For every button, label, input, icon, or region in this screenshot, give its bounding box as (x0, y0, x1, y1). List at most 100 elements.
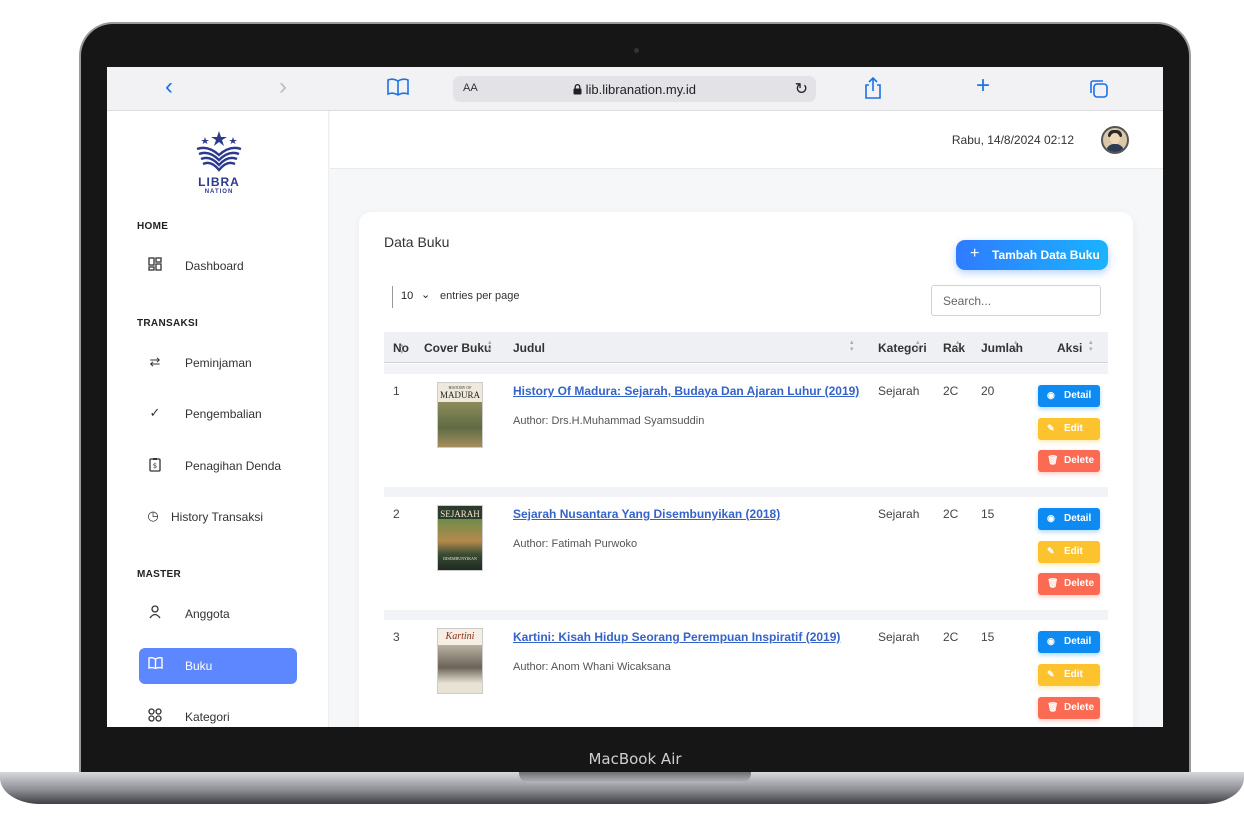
sort-icon: ▴ ▾ (956, 339, 960, 353)
plus-icon[interactable]: + (976, 74, 990, 98)
share-icon[interactable] (864, 76, 882, 105)
book-title-link[interactable]: History Of Madura: Sejarah, Budaya Dan A… (513, 384, 859, 398)
sidebar-item-label: History Transaksi (171, 510, 264, 524)
book-cover[interactable]: HISTORY OF MADURA (437, 382, 483, 448)
delete-button[interactable]: 🗑 Delete (1038, 573, 1100, 595)
book-cover[interactable]: Kartini (437, 628, 483, 694)
cell-kategori: Sejarah (878, 630, 920, 644)
top-header: Rabu, 14/8/2024 02:12 (330, 111, 1163, 169)
logo-emblem-icon (196, 131, 242, 172)
search-input[interactable] (931, 285, 1101, 316)
datetime-display: Rabu, 14/8/2024 02:12 (951, 133, 1074, 147)
trash-icon: 🗑 (1047, 702, 1059, 712)
sidebar-item-label: Penagihan Denda (185, 459, 282, 473)
sidebar-item-dashboard[interactable]: Dashboard (139, 248, 297, 284)
sidebar-item-history-transaksi[interactable]: ◷ History Transaksi (137, 499, 295, 535)
sidebar: LIBRA NATION HOME Dashboard TRANSAKSI ⇄ … (107, 111, 329, 727)
sort-icon: ▴ ▾ (400, 342, 404, 356)
cell-kategori: Sejarah (878, 507, 920, 521)
detail-label: Detail (1064, 390, 1092, 401)
browser-toolbar: ‹ › AA lib.libranation.my.id ↻ + (107, 67, 1163, 111)
cell-no: 1 (393, 384, 400, 398)
reload-icon[interactable]: ↻ (795, 79, 808, 99)
sidebar-item-pengembalian[interactable]: ✓ Pengembalian (139, 396, 297, 432)
edit-button[interactable]: ✎ Edit (1038, 418, 1100, 440)
col-aksi[interactable]: Aksi (1057, 341, 1082, 355)
svg-text:$: $ (153, 462, 157, 470)
detail-button[interactable]: ◉ Detail (1038, 508, 1100, 530)
edit-button[interactable]: ✎ Edit (1038, 664, 1100, 686)
eye-icon: ◉ (1047, 513, 1055, 523)
address-bar[interactable]: AA lib.libranation.my.id ↻ (453, 76, 816, 102)
book-cover[interactable]: SEJARAH DISEMBUNYIKAN (437, 505, 483, 571)
eye-icon: ◉ (1047, 390, 1055, 400)
sort-icon: ▴ ▾ (916, 339, 920, 353)
book-author: Author: Fatimah Purwoko (513, 538, 638, 550)
sidebar-item-label: Pengembalian (185, 407, 262, 421)
detail-label: Detail (1064, 636, 1092, 647)
sidebar-item-penagihan-denda[interactable]: $ Penagihan Denda (139, 448, 297, 484)
edit-label: Edit (1064, 423, 1083, 434)
avatar[interactable] (1101, 126, 1129, 154)
trash-icon: 🗑 (1047, 455, 1059, 465)
user-icon (147, 605, 163, 621)
pencil-icon: ✎ (1047, 423, 1055, 433)
tabs-icon[interactable] (1089, 79, 1109, 105)
avatar-body (1106, 144, 1124, 152)
delete-label: Delete (1064, 702, 1095, 713)
url-label: lib.libranation.my.id (585, 82, 696, 97)
entries-label: entries per page (440, 290, 520, 302)
delete-button[interactable]: 🗑 Delete (1038, 450, 1100, 472)
table-row: 3 Kartini Kartini: Kisah Hidup Seorang P… (384, 620, 1108, 727)
sort-icon: ▴ ▾ (1089, 339, 1093, 353)
avatar-face (1110, 133, 1120, 144)
book-title-link[interactable]: Kartini: Kisah Hidup Seorang Perempuan I… (513, 630, 840, 644)
book-icon (147, 656, 163, 673)
entries-value: 10 (401, 290, 414, 302)
forward-icon[interactable]: › (279, 75, 287, 99)
col-rak[interactable]: Rak (943, 341, 965, 355)
sidebar-item-label: Anggota (185, 607, 230, 621)
sidebar-item-label: Kategori (185, 710, 230, 724)
row-separator (384, 487, 1108, 497)
transfer-icon: ⇄ (149, 354, 161, 369)
book-title-link[interactable]: Sejarah Nusantara Yang Disembunyikan (20… (513, 507, 780, 521)
delete-button[interactable]: 🗑 Delete (1038, 697, 1100, 719)
chevron-down-icon: ⌄ (421, 289, 431, 301)
section-master: MASTER (137, 569, 182, 580)
entries-select[interactable]: 10 ⌄ (392, 286, 435, 308)
cell-no: 3 (393, 630, 400, 644)
back-icon[interactable]: ‹ (165, 75, 173, 99)
row-separator (384, 364, 1108, 374)
sidebar-item-buku[interactable]: Buku (139, 648, 297, 684)
detail-label: Detail (1064, 513, 1092, 524)
book-icon[interactable] (387, 78, 409, 102)
delete-label: Delete (1064, 455, 1095, 466)
cell-kategori: Sejarah (878, 384, 920, 398)
trash-icon: 🗑 (1047, 578, 1059, 588)
data-buku-card: Data Buku + Tambah Data Buku 10 ⌄ entrie… (359, 212, 1133, 727)
cell-no: 2 (393, 507, 400, 521)
sidebar-item-peminjaman[interactable]: ⇄ Peminjaman (139, 345, 297, 381)
sidebar-item-kategori[interactable]: Kategori (139, 699, 297, 727)
cover-title-text: Kartini (445, 631, 475, 642)
sidebar-item-anggota[interactable]: Anggota (139, 596, 297, 632)
detail-button[interactable]: ◉ Detail (1038, 385, 1100, 407)
cell-rak: 2C (943, 630, 959, 644)
sort-icon: ▴ ▾ (488, 339, 492, 353)
url-text: lib.libranation.my.id (453, 82, 816, 97)
table-row: 1 HISTORY OF MADURA History Of Madura: S… (384, 374, 1108, 487)
category-icon (147, 708, 163, 724)
edit-button[interactable]: ✎ Edit (1038, 541, 1100, 563)
sort-icon: ▴ ▾ (1014, 339, 1018, 353)
cell-rak: 2C (943, 507, 959, 521)
edit-label: Edit (1064, 669, 1083, 680)
col-judul[interactable]: Judul (513, 341, 545, 355)
cover-title-text: SEJARAH (440, 509, 480, 519)
add-book-button[interactable]: + Tambah Data Buku (956, 240, 1108, 270)
detail-button[interactable]: ◉ Detail (1038, 631, 1100, 653)
cover-title-text: MADURA (439, 390, 480, 400)
col-cover[interactable]: Cover Buku (424, 341, 491, 355)
section-transaksi: TRANSAKSI (137, 318, 199, 329)
pencil-icon: ✎ (1047, 546, 1055, 556)
